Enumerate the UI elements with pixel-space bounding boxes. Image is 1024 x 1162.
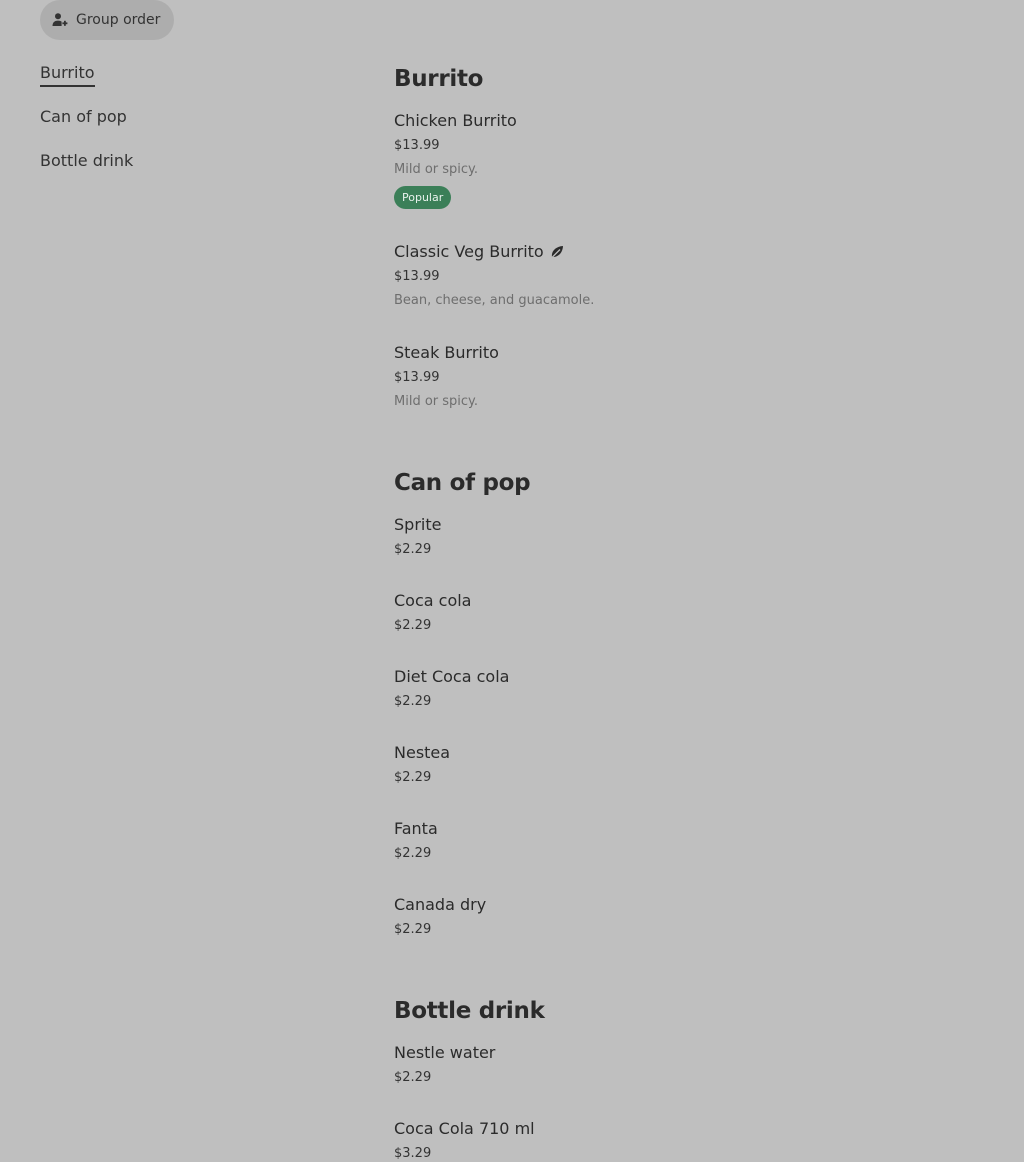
menu-item-chicken-burrito[interactable]: Chicken Burrito $13.99 Mild or spicy. Po… — [394, 111, 994, 209]
popular-badge: Popular — [394, 186, 452, 209]
nav-item-label: Bottle drink — [40, 151, 134, 170]
menu-item-coca-cola-710-ml[interactable]: Coca Cola 710 ml $3.29 — [394, 1119, 994, 1162]
item-price: $13.99 — [394, 138, 440, 153]
menu-item-fanta[interactable]: Fanta $2.29 — [394, 819, 994, 863]
item-price: $2.29 — [394, 922, 432, 937]
item-name: Fanta — [394, 819, 438, 838]
item-price: $13.99 — [394, 269, 440, 284]
item-name: Steak Burrito — [394, 343, 499, 362]
item-name: Nestea — [394, 743, 451, 762]
item-price: $13.99 — [394, 370, 440, 385]
item-name: Coca cola — [394, 591, 472, 610]
item-name: Nestle water — [394, 1043, 496, 1062]
menu-item-steak-burrito[interactable]: Steak Burrito $13.99 Mild or spicy. — [394, 343, 994, 411]
page: Group order Burrito Can of pop Bottle dr… — [0, 0, 1024, 1162]
nav-item-can-of-pop[interactable]: Can of pop — [40, 106, 340, 130]
section-title: Burrito — [394, 66, 484, 92]
section-burrito: Burrito Chicken Burrito $13.99 Mild or s… — [394, 62, 994, 411]
menu-item-nestea[interactable]: Nestea $2.29 — [394, 743, 994, 787]
add-person-icon — [52, 12, 68, 28]
item-price: $2.29 — [394, 1070, 432, 1085]
item-name: Coca Cola 710 ml — [394, 1119, 535, 1138]
item-price: $2.29 — [394, 542, 432, 557]
item-name: Chicken Burrito — [394, 111, 517, 130]
item-price: $2.29 — [394, 694, 432, 709]
section-bottle-drink: Bottle drink Nestle water $2.29 Coca Col… — [394, 994, 994, 1162]
section-can-of-pop: Can of pop Sprite $2.29 Coca cola $2.29 … — [394, 466, 994, 939]
item-name: Canada dry — [394, 895, 487, 914]
item-description: Bean, cheese, and guacamole. — [394, 293, 595, 308]
item-price: $3.29 — [394, 1146, 432, 1161]
menu-item-coca-cola[interactable]: Coca cola $2.29 — [394, 591, 994, 635]
item-name: Diet Coca cola — [394, 667, 510, 686]
section-title: Can of pop — [394, 470, 531, 496]
menu-item-canada-dry[interactable]: Canada dry $2.29 — [394, 895, 994, 939]
leaf-icon — [549, 244, 565, 260]
group-order-label: Group order — [76, 12, 161, 28]
menu-item-nestle-water[interactable]: Nestle water $2.29 — [394, 1043, 994, 1087]
nav-item-label: Can of pop — [40, 107, 127, 126]
group-order-button[interactable]: Group order — [40, 0, 174, 40]
item-name: Sprite — [394, 515, 442, 534]
menu-item-diet-coca-cola[interactable]: Diet Coca cola $2.29 — [394, 667, 994, 711]
menu-item-classic-veg-burrito[interactable]: Classic Veg Burrito $13.99 Bean, cheese,… — [394, 242, 994, 310]
nav-item-label: Burrito — [40, 62, 95, 87]
menu-list: Burrito Chicken Burrito $13.99 Mild or s… — [394, 62, 994, 1162]
item-description: Mild or spicy. — [394, 162, 479, 177]
category-nav: Burrito Can of pop Bottle drink — [40, 62, 340, 194]
item-price: $2.29 — [394, 618, 432, 633]
item-price: $2.29 — [394, 770, 432, 785]
item-price: $2.29 — [394, 846, 432, 861]
item-name-row: Classic Veg Burrito — [394, 242, 994, 262]
item-name: Classic Veg Burrito — [394, 242, 544, 261]
nav-item-bottle-drink[interactable]: Bottle drink — [40, 150, 340, 174]
item-description: Mild or spicy. — [394, 394, 479, 409]
nav-item-burrito[interactable]: Burrito — [40, 62, 340, 87]
section-title: Bottle drink — [394, 998, 545, 1024]
menu-item-sprite[interactable]: Sprite $2.29 — [394, 515, 994, 559]
